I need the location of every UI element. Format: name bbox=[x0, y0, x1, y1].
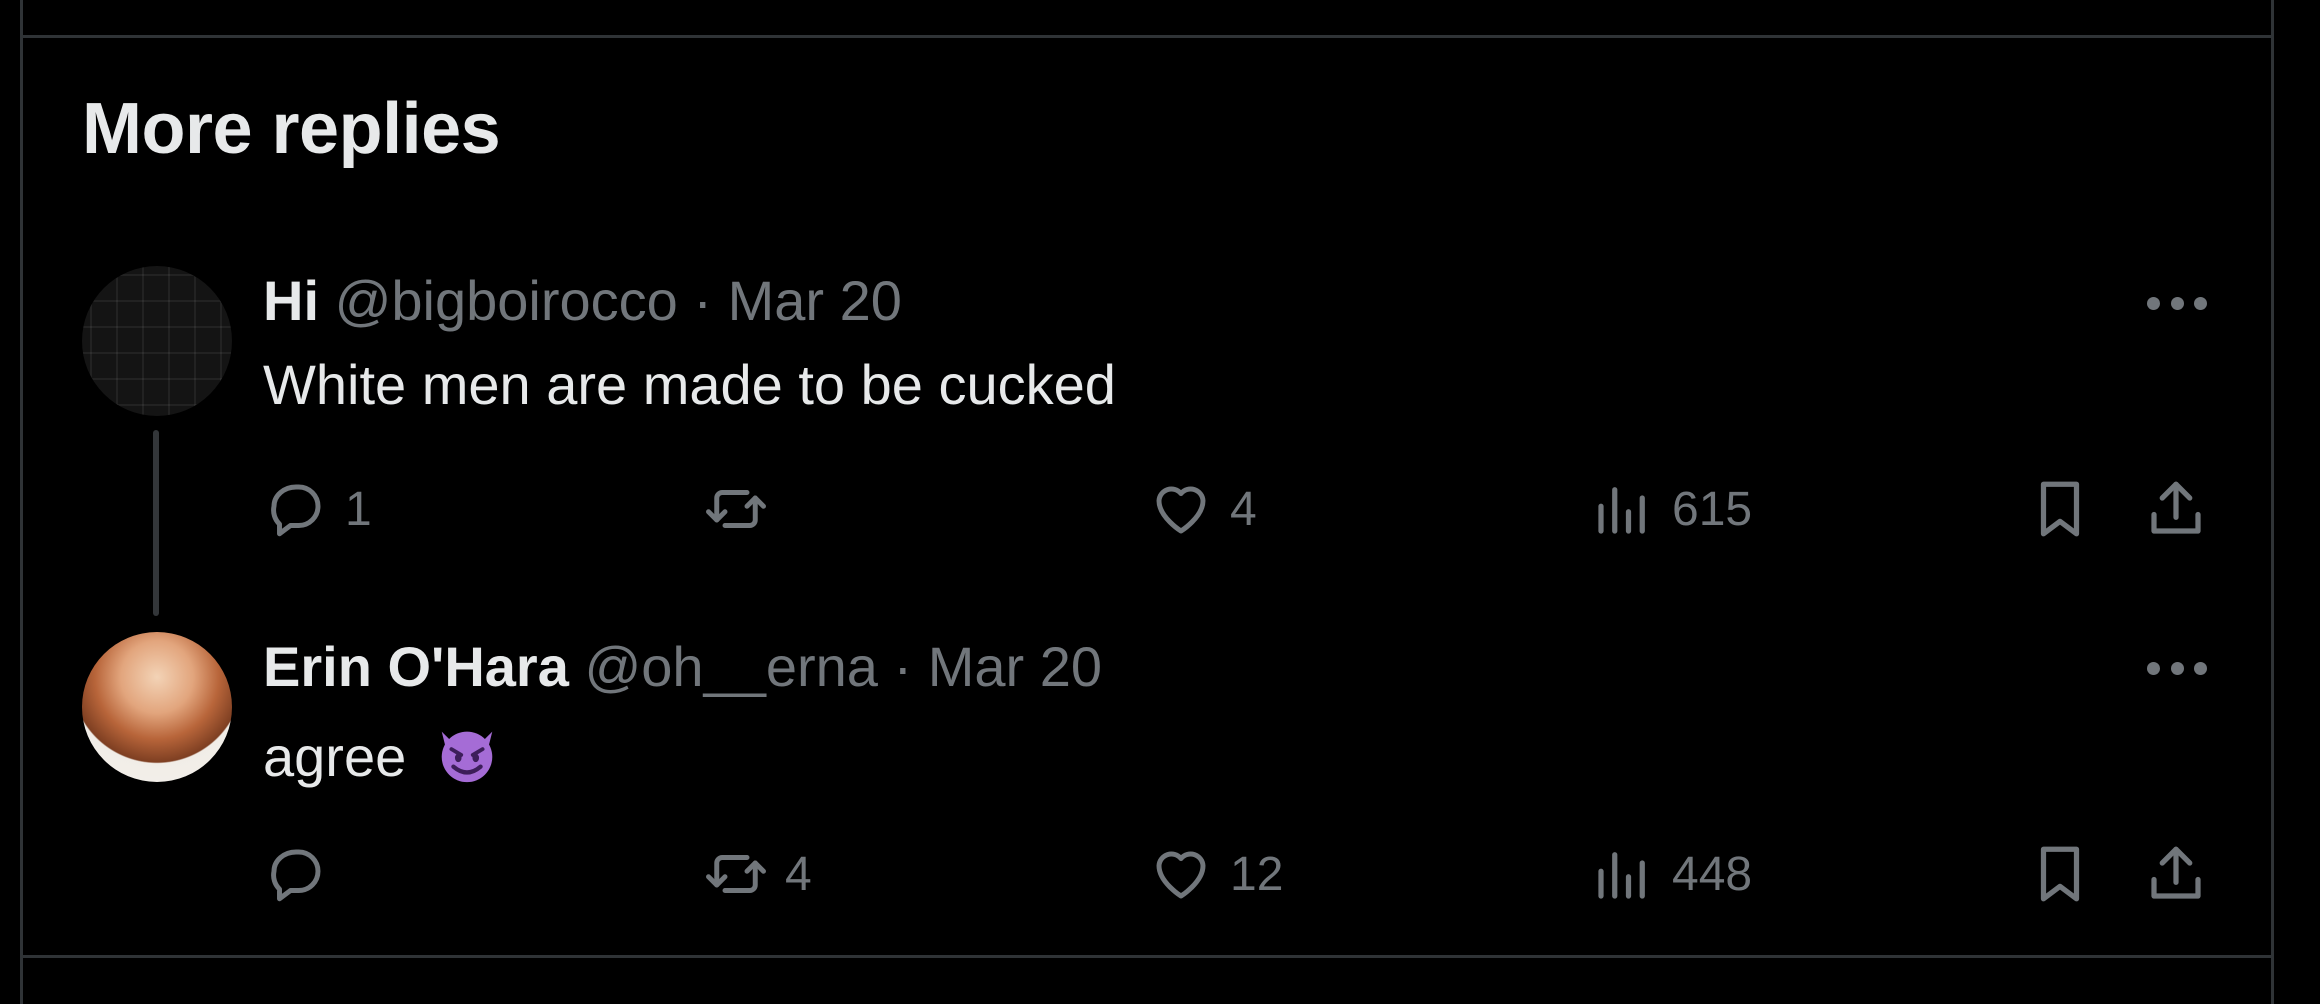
tweet-text: agree bbox=[263, 718, 502, 789]
retweet-icon bbox=[706, 490, 766, 528]
reply-icon bbox=[271, 484, 321, 537]
retweet-button[interactable] bbox=[703, 474, 785, 544]
tweet-text: White men are made to be cucked bbox=[263, 352, 1116, 417]
like-button[interactable]: 4 bbox=[1148, 474, 1257, 544]
like-count: 12 bbox=[1230, 847, 1284, 901]
author-name[interactable]: Hi bbox=[263, 269, 319, 332]
bookmark-button[interactable] bbox=[2027, 474, 2093, 544]
retweet-button[interactable]: 4 bbox=[703, 839, 812, 909]
heart-icon bbox=[1156, 486, 1206, 534]
bookmark-icon bbox=[2040, 846, 2080, 902]
bottom-divider bbox=[20, 955, 2274, 958]
share-button[interactable] bbox=[2143, 474, 2209, 544]
views-icon bbox=[1598, 852, 1645, 899]
share-icon bbox=[2151, 846, 2201, 899]
bookmark-button[interactable] bbox=[2027, 839, 2093, 909]
tweet-text-content: White men are made to be cucked bbox=[263, 353, 1116, 416]
views-count: 448 bbox=[1672, 847, 1753, 901]
views-button[interactable]: 448 bbox=[1590, 839, 1752, 909]
avatar[interactable] bbox=[82, 266, 232, 416]
reply-button[interactable] bbox=[263, 839, 345, 909]
views-icon bbox=[1598, 487, 1645, 534]
author-name[interactable]: Erin O'Hara bbox=[263, 635, 569, 698]
dot-separator: · bbox=[893, 635, 913, 698]
thread-line bbox=[153, 430, 159, 616]
like-count: 4 bbox=[1230, 482, 1257, 536]
more-icon[interactable] bbox=[2147, 283, 2207, 323]
tweet-date[interactable]: Mar 20 bbox=[728, 269, 902, 332]
author-handle[interactable]: @bigboirocco bbox=[335, 269, 678, 332]
reply-icon bbox=[271, 849, 321, 902]
like-button[interactable]: 12 bbox=[1148, 839, 1283, 909]
section-title: More replies bbox=[82, 89, 501, 169]
retweet-count: 4 bbox=[785, 847, 812, 901]
views-button[interactable]: 615 bbox=[1590, 474, 1752, 544]
reply-button[interactable]: 1 bbox=[263, 474, 372, 544]
tweet-header: Hi @bigboirocco · Mar 20 bbox=[263, 268, 902, 333]
tweet-text-content: agree bbox=[263, 725, 407, 788]
retweet-icon bbox=[706, 855, 766, 893]
share-button[interactable] bbox=[2143, 839, 2209, 909]
reply-count: 1 bbox=[345, 482, 372, 536]
more-icon[interactable] bbox=[2147, 648, 2207, 688]
share-icon bbox=[2151, 481, 2201, 534]
top-divider bbox=[20, 35, 2274, 38]
dot-separator: · bbox=[693, 269, 713, 332]
author-handle[interactable]: @oh__erna bbox=[584, 635, 878, 698]
avatar[interactable] bbox=[82, 632, 232, 782]
heart-icon bbox=[1156, 851, 1206, 899]
views-count: 615 bbox=[1672, 482, 1753, 536]
smiling-face-with-horns-icon bbox=[441, 731, 493, 783]
tweet-date[interactable]: Mar 20 bbox=[928, 635, 1102, 698]
bookmark-icon bbox=[2040, 481, 2080, 537]
tweet-header: Erin O'Hara @oh__erna · Mar 20 bbox=[263, 634, 1102, 699]
